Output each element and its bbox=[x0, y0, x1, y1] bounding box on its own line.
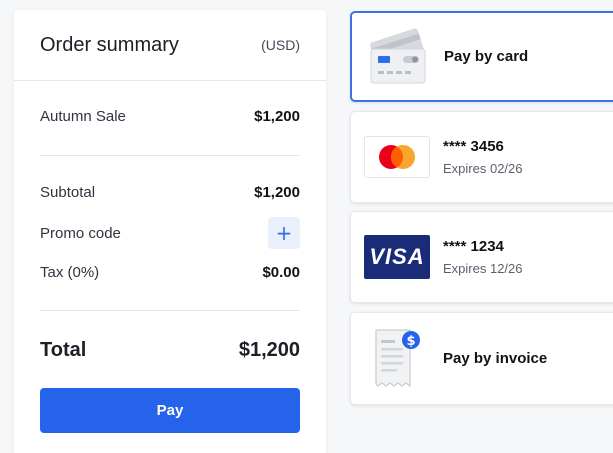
visa-number: **** 1234 bbox=[443, 238, 504, 255]
svg-text:$: $ bbox=[406, 334, 415, 349]
pay-by-card-label: Pay by card bbox=[444, 48, 529, 65]
subtotal-row: Subtotal $1,200 bbox=[40, 184, 300, 201]
invoice-icon: $ bbox=[364, 328, 430, 387]
total-row: Total $1,200 bbox=[40, 339, 300, 362]
visa-icon: VISA bbox=[364, 235, 430, 279]
mastercard-number: **** 3456 bbox=[443, 138, 504, 155]
mastercard-logo-wrap bbox=[364, 134, 430, 180]
saved-card-mastercard[interactable]: **** 3456 Expires 02/26 bbox=[350, 111, 613, 203]
total-label: Total bbox=[40, 339, 87, 361]
subtotal-label: Subtotal bbox=[40, 184, 96, 201]
line-item-value: $1,200 bbox=[254, 108, 300, 125]
pay-by-invoice-label: Pay by invoice bbox=[443, 350, 548, 367]
pay-by-card-option[interactable]: Pay by card bbox=[350, 11, 613, 102]
promo-label: Promo code bbox=[40, 224, 121, 242]
visa-logo-wrap: VISA bbox=[364, 234, 430, 280]
pay-button[interactable]: Pay bbox=[40, 388, 300, 433]
order-summary-header: Order summary (USD) bbox=[14, 10, 326, 81]
order-summary-panel: Order summary (USD) Autumn Sale $1,200 S… bbox=[14, 10, 326, 453]
visa-expiry: Expires 12/26 bbox=[443, 261, 523, 276]
visa-text: **** 1234 Expires 12/26 bbox=[443, 238, 523, 276]
divider bbox=[40, 310, 300, 311]
subtotal-value: $1,200 bbox=[254, 184, 300, 201]
divider bbox=[40, 155, 300, 156]
line-item-label: Autumn Sale bbox=[40, 108, 126, 125]
promo-row: Promo code + bbox=[40, 217, 300, 249]
line-item-row: Autumn Sale $1,200 bbox=[40, 108, 300, 125]
tax-row: Tax (0%) $0.00 bbox=[40, 264, 300, 281]
add-promo-code-button[interactable]: + bbox=[268, 217, 300, 249]
mastercard-expiry: Expires 02/26 bbox=[443, 161, 523, 176]
pay-by-invoice-text: Pay by invoice bbox=[443, 350, 547, 367]
mastercard-icon bbox=[364, 136, 430, 178]
pay-by-invoice-option[interactable]: $ Pay by invoice bbox=[350, 312, 613, 405]
currency-label: (USD) bbox=[261, 37, 300, 53]
pay-by-card-text: Pay by card bbox=[444, 48, 528, 65]
credit-cards-icon bbox=[365, 28, 431, 83]
tax-value: $0.00 bbox=[262, 264, 300, 281]
order-summary-title: Order summary bbox=[40, 33, 179, 56]
total-value: $1,200 bbox=[238, 339, 300, 361]
tax-label: Tax (0%) bbox=[40, 264, 100, 281]
saved-card-visa[interactable]: VISA **** 1234 Expires 12/26 bbox=[350, 211, 613, 303]
mastercard-text: **** 3456 Expires 02/26 bbox=[443, 138, 523, 176]
